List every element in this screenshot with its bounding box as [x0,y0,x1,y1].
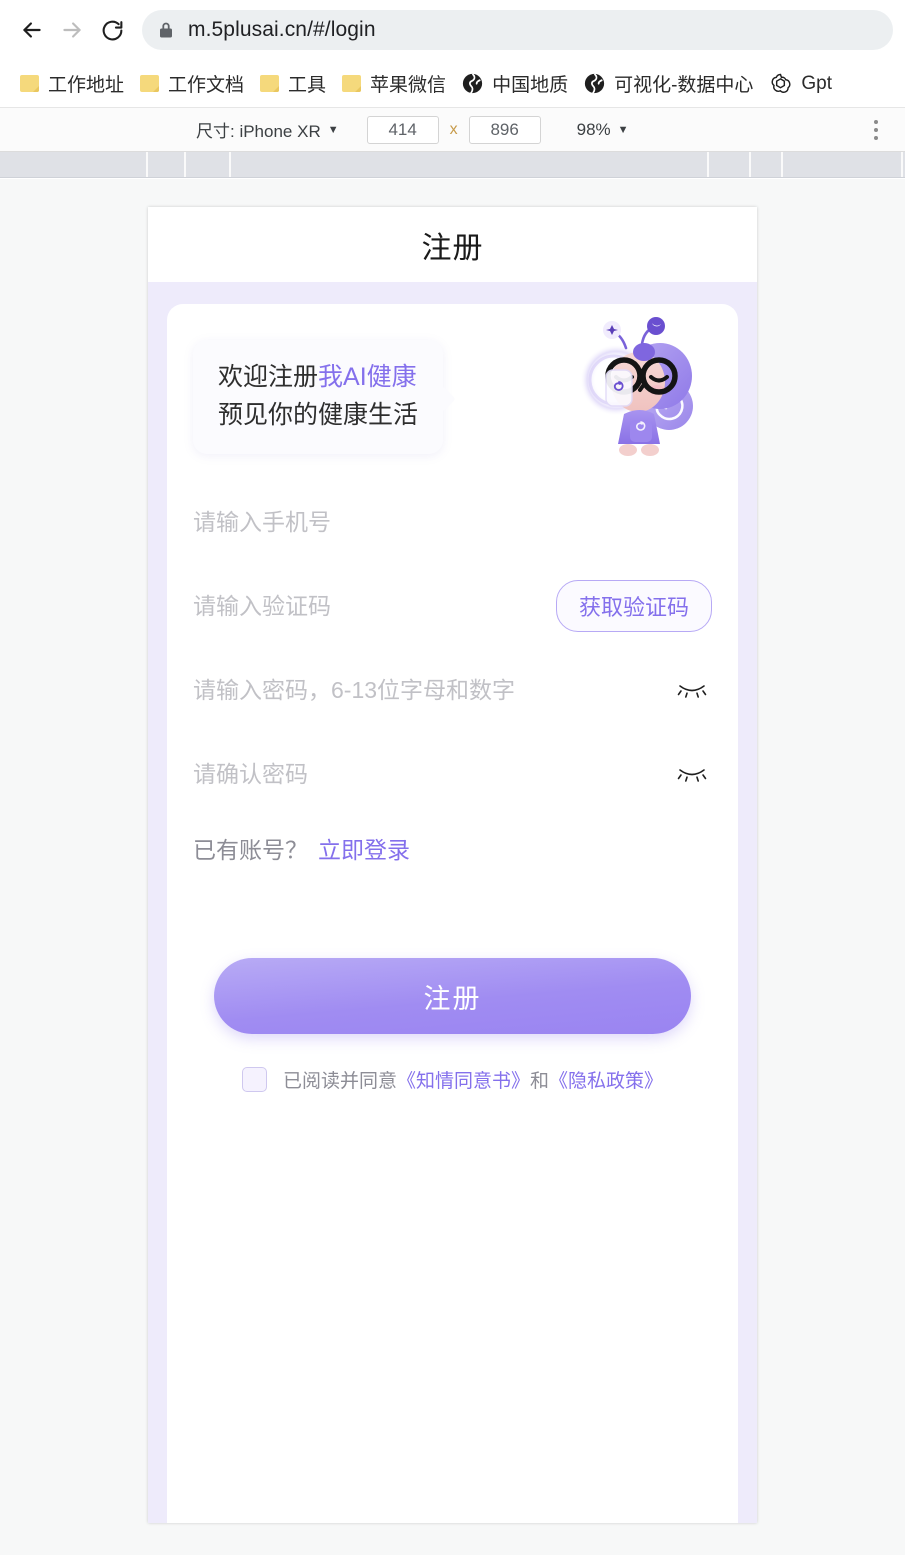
bookmark-label: 可视化-数据中心 [614,75,754,96]
dimension-separator: x [449,120,458,138]
folder-icon [260,75,280,92]
reload-button[interactable] [92,10,132,50]
phone-field-row [193,480,712,564]
bookmark-label: 苹果微信 [370,75,447,96]
mobile-viewport: 注册 欢迎注册我AI健康 预见你的健康生活 请输入手机号 请输入验证码 获取验证… [148,207,757,1523]
register-submit-button[interactable]: 注册 [214,958,691,1034]
device-size-selector[interactable]: 尺寸: iPhone XR ▼ [190,114,345,145]
login-prompt-text: 已有账号？ [193,837,308,863]
confirm-password-visibility-toggle[interactable] [672,754,712,794]
page-title: 注册 [421,231,484,265]
forward-arrow-icon [59,17,85,43]
reload-icon [100,18,125,43]
welcome-prefix: 欢迎注册 [218,363,319,391]
device-width-input[interactable]: 414 [366,115,439,144]
confirm-password-field-row [193,732,712,816]
phone-input[interactable] [193,508,712,536]
address-bar[interactable]: m.5plusai.cn/#/login [142,10,893,50]
code-field-row: 获取验证码 [193,564,712,648]
back-button[interactable] [12,10,52,50]
globe-icon [462,73,483,94]
welcome-line-1: 欢迎注册我AI健康 [218,358,418,396]
device-emulation-toolbar: 尺寸: iPhone XR ▼ 414 x 896 98% ▼ [0,108,905,152]
bookmark-item-1[interactable]: 工作文档 [132,67,252,101]
password-field-row [193,648,712,732]
lock-icon [158,21,174,39]
folder-icon [342,75,362,92]
bookmark-label: 工具 [288,75,327,96]
bookmarks-bar: 工作地址 工作文档 工具 苹果微信 中国地质 可视化-数据中心 Gpt [0,60,905,108]
agreement-prefix: 已阅读并同意 [282,1071,397,1092]
agreement-conjunction: 和 [530,1071,550,1092]
agreement-text: 已阅读并同意《知情同意书》和《隐私政策》 [283,1066,663,1093]
agreement-checkbox[interactable] [241,1067,267,1092]
page-header: 注册 [148,207,757,282]
browser-toolbar: m.5plusai.cn/#/login [0,0,905,60]
zoom-level-label: 98% [576,119,611,139]
confirm-password-input[interactable] [193,760,672,788]
device-height-input[interactable]: 896 [468,115,541,144]
device-emulation-stage: 注册 欢迎注册我AI健康 预见你的健康生活 请输入手机号 请输入验证码 获取验证… [0,179,905,1555]
register-form: 获取验证码 [193,474,712,1093]
device-toolbar-menu-button[interactable] [865,117,887,143]
folder-icon [140,75,160,92]
obscured-strip [0,152,905,178]
zoom-selector[interactable]: 98% ▼ [571,117,635,143]
openai-icon [769,72,792,95]
eye-closed-icon [677,679,707,702]
welcome-line-2: 预见你的健康生活 [218,401,419,429]
get-code-button[interactable]: 获取验证码 [555,580,712,632]
bookmark-label: 中国地质 [492,75,569,96]
bookmark-item-4[interactable]: 中国地质 [454,67,576,101]
page-body: 欢迎注册我AI健康 预见你的健康生活 请输入手机号 请输入验证码 获取验证码 请… [148,282,757,1523]
agreement-row: 已阅读并同意《知情同意书》和《隐私政策》 [193,1034,712,1093]
eye-closed-icon [677,763,707,786]
bookmark-item-5[interactable]: 可视化-数据中心 [576,67,761,101]
back-arrow-icon [19,17,45,43]
welcome-section: 欢迎注册我AI健康 预见你的健康生活 [193,304,712,474]
password-input[interactable] [193,676,672,704]
globe-icon [584,73,605,94]
folder-icon [20,75,39,92]
privacy-policy-link[interactable]: 《隐私政策》 [549,1071,663,1092]
device-size-label: 尺寸: iPhone XR [196,122,321,141]
forward-button[interactable] [52,10,92,50]
bookmark-item-0[interactable]: 工作地址 [12,67,132,101]
bookmark-label: Gpt [801,72,833,94]
bookmark-label: 工作地址 [48,75,125,96]
browser-window: m.5plusai.cn/#/login 工作地址 工作文档 工具 苹果微信 中… [0,0,905,1555]
verification-code-input[interactable] [193,592,556,620]
brand-name: 我AI健康 [318,363,417,391]
chevron-down-icon: ▼ [327,123,339,136]
login-prompt-row: 已有账号？ 立即登录 [193,816,712,880]
submit-button-wrapper: 注册 [193,880,712,1034]
informed-consent-link[interactable]: 《知情同意书》 [397,1071,530,1092]
snail-mascot-illustration [568,308,718,458]
bookmark-item-6[interactable]: Gpt [761,67,840,101]
welcome-bubble: 欢迎注册我AI健康 预见你的健康生活 [193,340,444,454]
login-link[interactable]: 立即登录 [318,831,410,865]
bookmark-label: 工作文档 [168,75,245,96]
bookmark-item-2[interactable]: 工具 [252,67,334,101]
register-card: 欢迎注册我AI健康 预见你的健康生活 请输入手机号 请输入验证码 获取验证码 请… [167,304,738,1523]
three-dot-menu-icon [874,119,878,124]
password-visibility-toggle[interactable] [672,670,712,710]
url-text: m.5plusai.cn/#/login [188,18,376,41]
bookmark-item-3[interactable]: 苹果微信 [334,67,454,101]
chevron-down-icon: ▼ [617,123,629,136]
